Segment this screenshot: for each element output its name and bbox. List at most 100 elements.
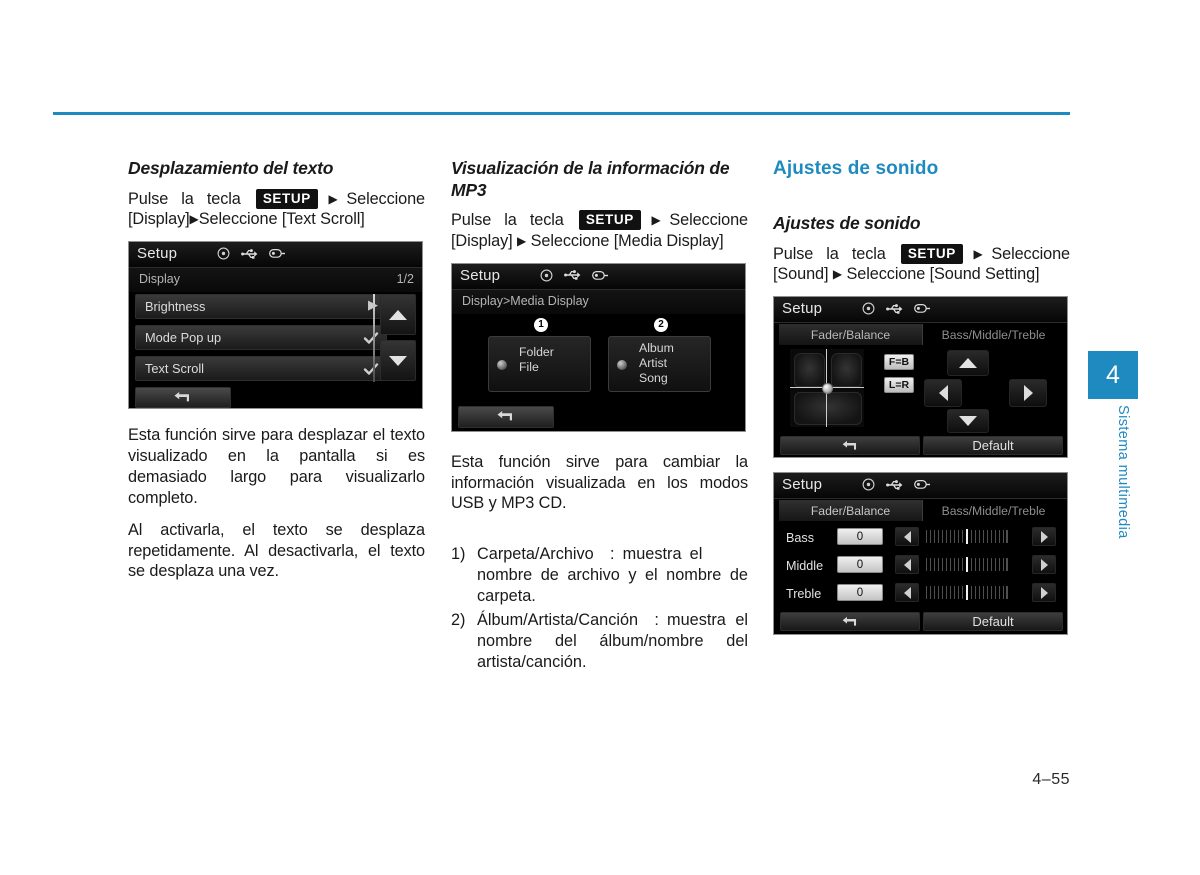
option-line-1: Folder [519,344,554,359]
scroll-up-button[interactable] [380,294,416,336]
tab-fader-balance[interactable]: Fader/Balance [779,500,922,522]
back-button[interactable] [780,612,920,632]
list-item-label: Text Scroll [145,361,205,377]
eq-value: 0 [837,584,883,602]
slider-tick [941,586,944,600]
eq-slider-treble[interactable] [926,585,1008,601]
tab-fader-balance[interactable]: Fader/Balance [779,324,922,346]
eq-slider-bass[interactable] [926,529,1008,545]
eq-value: 0 [837,528,883,546]
dpad-left-button[interactable] [924,379,962,408]
page-indicator: 1/2 [396,272,414,287]
screen-title: Setup [460,266,501,284]
eq-increase-button[interactable] [1032,555,1056,575]
eq-increase-button[interactable] [1032,583,1056,603]
eq-decrease-button[interactable] [895,527,919,547]
back-button[interactable] [458,405,554,428]
option-label: Folder File [519,345,554,375]
slider-tick [937,530,940,544]
slider-tick [1002,586,1004,600]
setup-key-badge: SETUP [255,188,318,209]
slider-tick [990,530,992,544]
slider-tick [937,558,940,572]
slider-tick [986,586,988,600]
slider-tick [957,558,960,572]
slider-tick [957,586,960,600]
list-item-label: Brightness [145,299,206,315]
slider-tick [974,530,976,544]
dpad-up-button[interactable] [947,350,989,377]
option-line-1: Album [639,340,674,355]
step-arrow-icon-2: ▶ [832,267,843,282]
col2-heading: Visualización de la información de MP3 [451,158,730,200]
eq-value: 0 [837,556,883,574]
dpad-right-button[interactable] [1009,379,1047,408]
col3-instruction-pre: Pulse la tecla [773,244,886,263]
screenshot-bass-middle-treble: Setup Fader/Balance Bass/Middle/Treble B… [773,472,1068,636]
scroll-up-icon [389,309,407,320]
slider-tick [974,586,976,600]
back-button[interactable] [780,436,920,456]
option-folder-file[interactable]: Folder File [488,335,591,392]
option-line-2: Artist [639,355,668,370]
list-marker: 1) [451,545,466,564]
col2-para1: Esta función sirve para cambiar la infor… [451,452,748,513]
list-item-text-scroll[interactable]: Text Scroll [135,356,387,382]
status-icons [862,478,931,491]
left-arrow-icon [903,558,911,571]
setup-key-badge: SETUP [900,243,963,264]
settings-list: Brightness ▶ Mode Pop up Text Scroll [135,294,387,387]
screen-breadcrumb-bar: Display>Media Display [452,289,745,314]
right-arrow-icon [1023,385,1033,402]
screenshot-fader-balance: Setup Fader/Balance Bass/Middle/Treble F… [773,296,1068,459]
slider-thumb [965,557,969,573]
left-arrow-icon [938,385,948,402]
tab-bass-middle-treble[interactable]: Bass/Middle/Treble [923,500,1064,521]
slider-tick [982,558,984,572]
slider-tick [970,558,973,572]
default-button[interactable]: Default [923,612,1063,632]
step-arrow-icon: ▶ [964,246,992,261]
screen-header: Setup [774,297,1067,324]
col1-instruction-post2: Seleccione [Text Scroll] [198,210,365,229]
slider-tick [945,586,948,600]
col2-instruction-post2: Seleccione [Media Display] [530,231,724,250]
back-button[interactable] [135,387,231,409]
dpad-down-button[interactable] [947,409,989,434]
slider-tick [949,558,952,572]
seat-position-widget[interactable] [790,349,864,428]
usb-icon [886,303,903,314]
fader-equal-button[interactable]: F=B [884,354,914,371]
scrollbar-track[interactable] [373,294,375,383]
checkmark-icon [363,363,379,375]
col1-heading: Desplazamiento del texto [128,158,334,178]
scroll-down-button[interactable] [380,340,416,382]
col1-instruction-pre: Pulse la tecla [128,189,241,208]
eq-decrease-button[interactable] [895,555,919,575]
callout-2: 2 [654,317,668,332]
disc-icon [862,478,875,491]
status-icons [540,269,609,282]
left-arrow-icon [903,586,911,599]
column-sound-settings: Ajustes de sonido Ajustes de sonido Puls… [773,158,1070,636]
list-item-brightness[interactable]: Brightness ▶ [135,294,387,320]
status-icons [217,247,286,260]
slider-tick [933,586,936,600]
slider-tick [953,558,956,572]
balance-equal-button[interactable]: L=R [884,377,914,394]
tab-bass-middle-treble[interactable]: Bass/Middle/Treble [923,324,1064,345]
callout-1: 1 [534,317,548,332]
option-album-artist-song[interactable]: Album Artist Song [608,335,711,392]
col2-numbered-list: 1) Carpeta/Archivo : muestra el nombre d… [451,544,748,672]
default-button[interactable]: Default [923,436,1063,456]
eq-slider-middle[interactable] [926,557,1008,573]
screenshot-setup-display: Setup Display 1/2 Brightness ▶ Mode Pop … [128,241,423,410]
option-label: Album Artist Song [639,341,674,386]
slider-tick [978,558,980,572]
list-item-mode-popup[interactable]: Mode Pop up [135,325,387,351]
eq-decrease-button[interactable] [895,583,919,603]
step-arrow-icon-2: ▶ [189,212,199,227]
eq-row-bass: Bass 0 [774,527,1067,551]
eq-increase-button[interactable] [1032,527,1056,547]
radio-button-icon [617,359,627,370]
